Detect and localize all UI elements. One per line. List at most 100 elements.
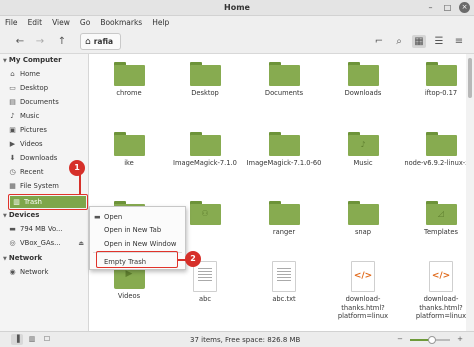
sidebar-item-network[interactable]: ◉ Network [8, 266, 88, 278]
filesystem-icon: ▦ [9, 182, 16, 190]
file-label: snap [354, 228, 372, 236]
menu-file[interactable]: File [0, 16, 23, 29]
menu-edit[interactable]: Edit [23, 16, 48, 29]
file-item[interactable]: ike [90, 132, 168, 168]
menu-view[interactable]: View [47, 16, 75, 29]
file-label: ImageMagick-7.1.0 [173, 159, 237, 167]
search-icon[interactable]: ⌕ [392, 35, 406, 48]
menu-help[interactable]: Help [147, 16, 174, 29]
file-label: Music [353, 159, 373, 167]
file-label: ranger [272, 228, 296, 236]
folder-icon: ♪ [347, 132, 379, 156]
scrollbar-thumb[interactable] [468, 58, 472, 98]
file-item[interactable]: ♪ Music [324, 132, 402, 168]
zoom-out-icon[interactable]: − [394, 334, 406, 345]
folder-icon: ⚇ [189, 201, 221, 225]
step-marker-2: 2 [185, 251, 201, 267]
sidebar-item-vbox[interactable]: ◎ VBox_GAs... [8, 237, 88, 249]
context-item-open-new-window[interactable]: Open in New Window [94, 238, 184, 250]
file-item[interactable]: iftop-0.17 [402, 62, 466, 98]
menu-bookmarks[interactable]: Bookmarks [95, 16, 147, 29]
pictures-icon: ▣ [9, 126, 16, 134]
hide-sidebar-icon[interactable]: ☐ [41, 334, 53, 345]
vertical-scrollbar[interactable] [466, 54, 474, 331]
sidebar-heading-devices[interactable]: ▼ Devices [3, 211, 39, 219]
folder-icon [268, 132, 300, 156]
file-label: node-v6.9.2-linux-x64 [404, 159, 466, 167]
file-label: download-thanks.html?platform=linux [337, 295, 389, 320]
file-label: Documents [264, 89, 304, 97]
path-label: rafia [93, 37, 114, 46]
close-icon[interactable]: × [459, 2, 470, 13]
path-button-home[interactable]: ⌂ rafia [80, 33, 122, 50]
folder-icon [268, 62, 300, 86]
caret-down-icon: ▼ [3, 213, 7, 219]
eject-icon[interactable]: ⏏ [78, 240, 84, 247]
zoom-knob[interactable] [428, 336, 436, 344]
folder-icon [113, 132, 145, 156]
up-arrow-icon[interactable]: ↑ [55, 35, 69, 48]
sidebar-item-volume[interactable]: ▬ 794 MB Vo... [8, 223, 88, 235]
sidebar-item-desktop[interactable]: ▭ Desktop [8, 82, 88, 94]
file-item[interactable]: node-v6.9.2-linux-x64 [402, 132, 466, 168]
file-item[interactable]: snap [324, 201, 402, 237]
file-label: abc [198, 295, 212, 303]
file-item[interactable]: ImageMagick-7.1.0 [166, 132, 244, 168]
file-label: abc.txt [272, 295, 296, 303]
sidebar-item-home[interactable]: ⌂ Home [8, 68, 88, 80]
file-item[interactable]: </> download-thanks.html?platform=linux [324, 261, 402, 321]
sidebar-heading-network[interactable]: ▼ Network [3, 254, 42, 262]
zoom-slider[interactable] [410, 336, 450, 344]
show-places-icon[interactable]: ▐ [11, 334, 23, 345]
folder-icon [189, 62, 221, 86]
menu-go[interactable]: Go [75, 16, 95, 29]
file-item[interactable]: ImageMagick-7.1.0-60 [245, 132, 323, 168]
disc-icon: ◎ [9, 239, 16, 247]
icon-view-icon[interactable]: ▦ [412, 35, 426, 48]
zoom-in-icon[interactable]: + [454, 334, 466, 345]
show-treeview-icon[interactable]: ▥ [26, 334, 38, 345]
step-marker-1: 1 [69, 160, 85, 176]
sidebar-item-pictures[interactable]: ▣ Pictures [8, 124, 88, 136]
sidebar-item-documents[interactable]: ▤ Documents [8, 96, 88, 108]
maximize-icon[interactable]: □ [442, 2, 453, 13]
file-item[interactable]: ◿ Templates [402, 201, 466, 237]
file-label: Desktop [191, 89, 219, 97]
recent-icon: ◷ [9, 168, 16, 176]
folder-icon [113, 62, 145, 86]
list-view-icon[interactable]: ☰ [432, 35, 446, 48]
caret-down-icon: ▼ [3, 58, 7, 64]
file-item[interactable]: abc.txt [245, 261, 323, 304]
toggle-location-icon[interactable]: ⌐ [372, 35, 386, 48]
compact-view-icon[interactable]: ≡ [452, 35, 466, 48]
file-item[interactable]: chrome [90, 62, 168, 98]
sidebar-item-file-system[interactable]: ▦ File System [8, 180, 88, 192]
folder-icon [268, 201, 300, 225]
sidebar-heading-my-computer[interactable]: ▼ My Computer [3, 56, 62, 64]
sidebar-item-music[interactable]: ♪ Music [8, 110, 88, 122]
context-item-open-new-tab[interactable]: Open in New Tab [94, 224, 184, 236]
home-icon: ⌂ [85, 37, 91, 47]
folder-icon [347, 62, 379, 86]
file-item[interactable]: Documents [245, 62, 323, 98]
trash-highlight-box [8, 194, 88, 210]
status-text: 37 items, Free space: 826.8 MB [190, 336, 301, 344]
sidebar: ▼ My Computer ⌂ Home ▭ Desktop ▤ Documents ♪… [0, 54, 89, 331]
context-item-open[interactable]: ▬ Open [94, 211, 184, 223]
file-item[interactable]: </> download-thanks.html?platform=linux [402, 261, 466, 321]
minimize-icon[interactable]: – [425, 2, 436, 13]
file-label: Downloads [344, 89, 382, 97]
html-file-icon: </> [351, 261, 375, 292]
text-file-icon [272, 261, 296, 292]
videos-icon: ▶ [9, 140, 16, 148]
file-item[interactable]: Desktop [166, 62, 244, 98]
file-item[interactable]: ranger [245, 201, 323, 237]
title-bar: Home – □ × [0, 0, 474, 16]
file-item[interactable]: Downloads [324, 62, 402, 98]
file-label: Templates [424, 228, 458, 236]
back-arrow-icon[interactable]: ← [13, 35, 27, 48]
folder-open-icon: ▬ [94, 213, 101, 221]
home-icon: ⌂ [10, 70, 15, 78]
forward-arrow-icon[interactable]: → [33, 35, 47, 48]
sidebar-item-videos[interactable]: ▶ Videos [8, 138, 88, 150]
